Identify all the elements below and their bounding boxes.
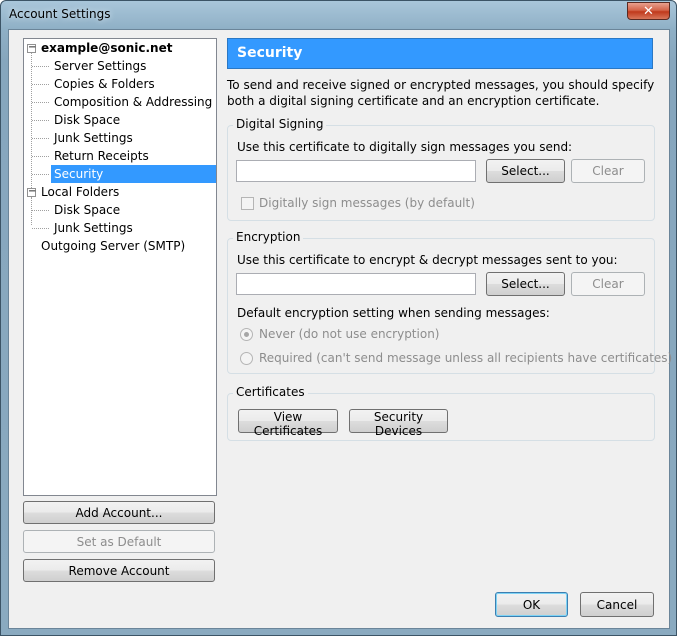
add-account-button[interactable]: Add Account... [23, 501, 215, 524]
encryption-clear-button[interactable]: Clear [571, 272, 645, 296]
tree-item-junk-settings[interactable]: Junk Settings [51, 129, 136, 147]
account-tree[interactable]: − example@sonic.net Server Settings Copi… [23, 38, 217, 496]
collapse-icon[interactable]: − [27, 187, 36, 197]
security-devices-button[interactable]: Security Devices [349, 409, 448, 438]
title-bar[interactable]: Account Settings ✕ [1, 1, 676, 27]
panel-title: Security [237, 45, 303, 61]
tree-connector-line [31, 53, 32, 190]
tree-connector-line [32, 138, 49, 139]
required-encrypt-label: Required (can't send message unless all … [259, 351, 673, 365]
tree-connector-line [32, 174, 49, 175]
tree-item-composition[interactable]: Composition & Addressing [51, 93, 215, 111]
encryption-certificate-field[interactable] [236, 273, 476, 295]
close-icon: ✕ [643, 4, 654, 19]
view-certificates-button[interactable]: View Certificates [238, 409, 338, 438]
ok-button[interactable]: OK [495, 592, 568, 617]
digital-signing-legend: Digital Signing [233, 117, 327, 131]
tree-item-account[interactable]: example@sonic.net [38, 39, 175, 57]
never-encrypt-radio[interactable] [240, 328, 253, 341]
tree-item-local-junk-settings[interactable]: Junk Settings [51, 219, 136, 237]
dialog-client-area: − example@sonic.net Server Settings Copi… [8, 29, 673, 629]
security-description: To send and receive signed or encrypted … [227, 78, 655, 108]
tree-item-local-folders[interactable]: Local Folders [38, 183, 122, 201]
signing-certificate-field[interactable] [236, 160, 476, 182]
tree-item-security[interactable]: Security [51, 165, 216, 183]
signing-clear-button[interactable]: Clear [571, 159, 645, 183]
window-title: Account Settings [9, 7, 111, 21]
digitally-sign-checkbox[interactable] [241, 197, 254, 210]
tree-item-disk-space[interactable]: Disk Space [51, 111, 123, 129]
set-as-default-button[interactable]: Set as Default [23, 530, 215, 553]
tree-connector-line [32, 156, 49, 157]
encryption-prompt: Use this certificate to encrypt & decryp… [237, 253, 618, 267]
tree-connector-line [32, 84, 49, 85]
signing-select-button[interactable]: Select... [486, 159, 565, 183]
close-button[interactable]: ✕ [627, 2, 670, 20]
tree-item-server-settings[interactable]: Server Settings [51, 57, 149, 75]
never-encrypt-label: Never (do not use encryption) [259, 327, 440, 341]
tree-item-outgoing-server[interactable]: Outgoing Server (SMTP) [38, 237, 188, 255]
required-encrypt-radio[interactable] [240, 352, 253, 365]
tree-item-return-receipts[interactable]: Return Receipts [51, 147, 152, 165]
default-encryption-label: Default encryption setting when sending … [237, 306, 550, 320]
encryption-select-button[interactable]: Select... [486, 272, 565, 296]
encryption-legend: Encryption [233, 230, 304, 244]
tree-connector-line [32, 120, 49, 121]
panel-header: Security [227, 38, 653, 69]
cancel-button[interactable]: Cancel [580, 592, 654, 617]
digitally-sign-label: Digitally sign messages (by default) [259, 196, 475, 210]
certificates-legend: Certificates [233, 385, 308, 399]
tree-connector-line [31, 197, 32, 225]
account-settings-window: Account Settings ✕ − example@sonic.net S… [0, 0, 677, 636]
signing-prompt: Use this certificate to digitally sign m… [237, 140, 573, 154]
tree-connector-line [32, 102, 49, 103]
remove-account-button[interactable]: Remove Account [23, 559, 215, 582]
tree-item-local-disk-space[interactable]: Disk Space [51, 201, 123, 219]
tree-item-copies-folders[interactable]: Copies & Folders [51, 75, 158, 93]
tree-connector-line [32, 228, 49, 229]
collapse-icon[interactable]: − [27, 43, 36, 53]
tree-connector-line [32, 210, 49, 211]
tree-connector-line [32, 66, 49, 67]
